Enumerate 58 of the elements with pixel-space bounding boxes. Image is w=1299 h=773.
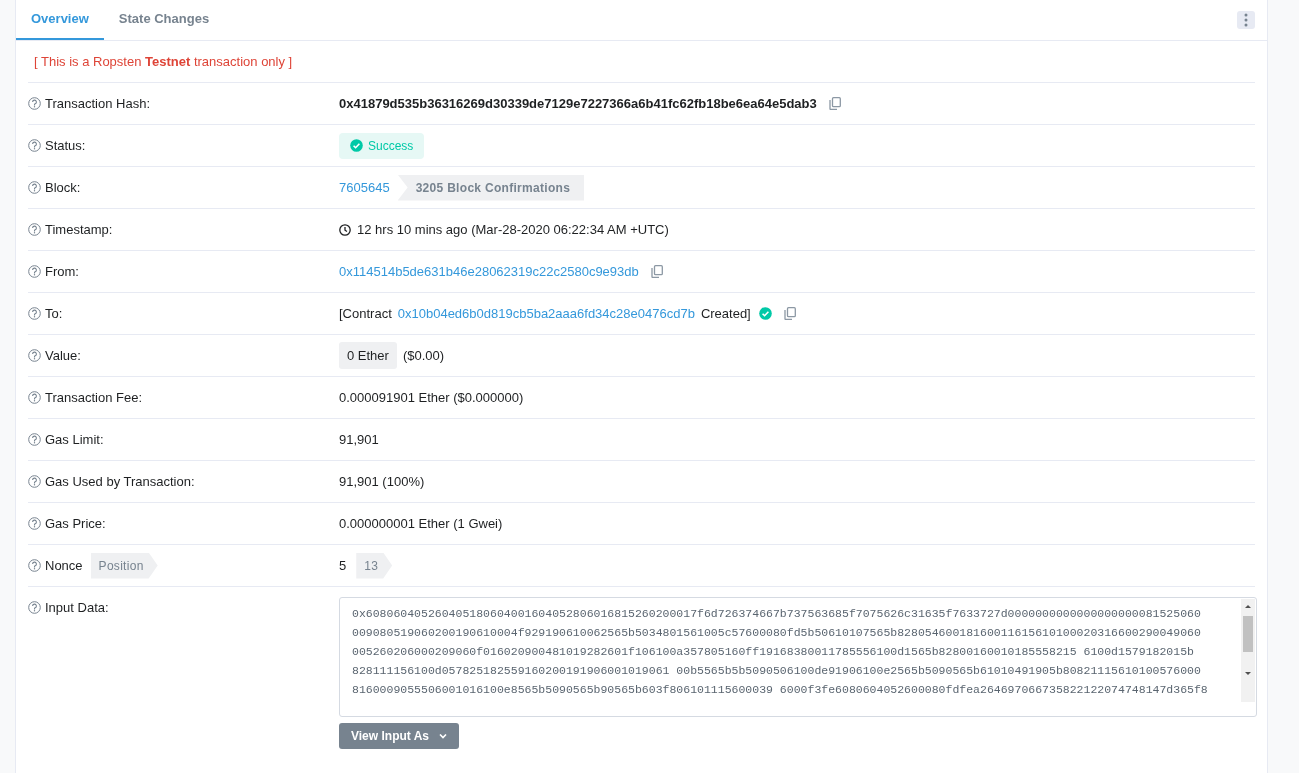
help-icon [28, 475, 41, 488]
help-icon [28, 97, 41, 110]
help-icon [28, 517, 41, 530]
help-icon [28, 391, 41, 404]
help-icon [28, 139, 41, 152]
confirmations-tag: 3205 Block Confirmations [397, 174, 585, 201]
field-label: Transaction Hash: [45, 96, 150, 111]
status-text: Success [368, 138, 414, 153]
position-tag: Position [90, 552, 158, 579]
copy-icon[interactable] [828, 97, 841, 110]
field-label: Input Data: [45, 600, 109, 615]
help-icon [28, 433, 41, 446]
field-label: Gas Used by Transaction: [45, 474, 195, 489]
input-data-field[interactable]: 0x608060405260405180604001604052806016815260200017f6d726374667b737563685f7075626c31635f7633727d0000000000000000000081525060 009080519060200190610004f929190610062565b5034801561005c57600080fd5b50610107565b82805460018160011615610100020316600290049060 005260206000209060f016020900481019282601f106100a357805160ff19168380011785556100d1565b82800160010185558215 6100d1579182015b 828111156100d057825182559160200191906001019061 00b5565b5b5090506100de91906100e2565b5090565b61010491905b80821115610100576000 8160009055506001016100e8565b5090565b90565b603f806101115600039 6000f3fe6080604052600080fdfea264697066735822122074748147d365f8 [339, 597, 1257, 717]
help-icon [28, 223, 41, 236]
help-icon [28, 349, 41, 362]
contract-link[interactable]: 0x10b04ed6b0d819cb5ba2aaa6fd34c28e0476cd7b [397, 306, 695, 321]
field-value: 0.000091901 Ether ($0.000000) [339, 390, 524, 405]
field-label: Status: [45, 138, 86, 153]
usd-value: ($0.00) [402, 348, 445, 363]
testnet-notice: [ This is a Ropsten Testnet transaction only ] [34, 54, 293, 69]
help-icon [28, 181, 41, 194]
field-label: Nonce [45, 558, 83, 573]
help-icon [28, 559, 41, 572]
copy-icon[interactable] [650, 265, 663, 278]
field-label: From: [45, 264, 79, 279]
contract-prefix: [Contract [339, 306, 392, 321]
address-link[interactable]: 0x114514b5de631b46e28062319c22c2580c9e93db [339, 264, 639, 279]
timestamp: 12 hrs 10 mins ago (Mar-28-2020 06:22:34 AM +UTC) [357, 222, 669, 237]
tab[interactable]: State Changes [103, 0, 225, 40]
field-label: Timestamp: [45, 222, 113, 237]
help-icon [28, 265, 41, 278]
block-link[interactable]: 7605645 [339, 180, 390, 195]
field-label: Transaction Fee: [45, 390, 143, 405]
field-value: 91,901 [339, 432, 379, 447]
check-circle-icon [350, 139, 363, 152]
more-icon [1244, 13, 1248, 27]
clock-icon [339, 223, 351, 236]
caret-icon [439, 733, 447, 739]
help-icon [28, 307, 41, 320]
field-label: Value: [45, 348, 81, 363]
copy-icon[interactable] [783, 307, 796, 320]
position-tag: 13 [356, 552, 393, 579]
field-label: Gas Limit: [45, 432, 104, 447]
check-circle-icon [758, 307, 772, 320]
nonce-value: 5 [339, 558, 347, 573]
field-value: 91,901 (100%) [339, 474, 425, 489]
more-menu-button[interactable] [1237, 11, 1255, 29]
view-input-as-button[interactable]: View Input As [339, 723, 459, 749]
ether-amount: 0 Ether [339, 342, 397, 369]
contract-suffix: Created] [700, 306, 751, 321]
field-label: Block: [45, 180, 81, 195]
tab[interactable]: Overview [16, 0, 104, 40]
transaction-hash: 0x41879d535b36316269d30339de7129e7227366a6b41fc62fb18be6ea64e5dab3 [339, 96, 817, 111]
field-value: 0.000000001 Ether (1 Gwei) [339, 516, 503, 531]
field-label: To: [45, 306, 63, 321]
field-label: Gas Price: [45, 516, 106, 531]
help-icon [28, 601, 41, 614]
